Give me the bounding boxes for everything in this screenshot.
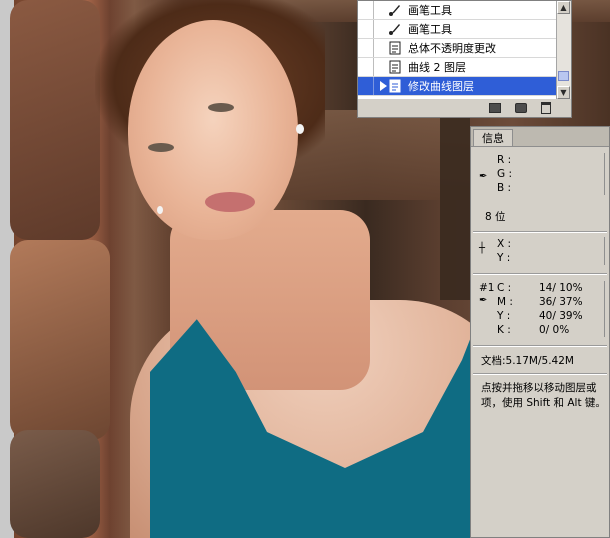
info-column-divider — [604, 153, 605, 195]
info-body: ✒ R : G : B : 8 位 ┼ X : Y : #1 ✒ C : 14/… — [471, 147, 609, 537]
new-document-from-state-icon[interactable] — [489, 103, 501, 113]
eye — [148, 143, 174, 152]
info-panel: 信息 ✒ R : G : B : 8 位 ┼ X : Y : #1 ✒ C : … — [470, 126, 610, 538]
history-state-marker-icon — [380, 81, 387, 91]
scroll-thumb[interactable] — [558, 71, 569, 81]
scroll-down-button[interactable]: ▼ — [557, 86, 570, 99]
info-y-value: 40/ 39% — [539, 310, 583, 322]
document-icon — [388, 60, 402, 74]
history-item[interactable]: 画笔工具 — [358, 1, 557, 20]
history-item-label: 总体不透明度更改 — [408, 42, 496, 55]
history-brush-checkbox[interactable] — [358, 77, 374, 95]
info-separator — [473, 231, 607, 233]
info-column-divider — [604, 281, 605, 337]
info-m-label: M : — [497, 296, 513, 308]
history-item-selected[interactable]: 修改曲线图层 — [358, 77, 557, 96]
eyedropper-icon: ✒ — [479, 295, 488, 306]
info-m-value: 36/ 37% — [539, 296, 583, 308]
info-b-label: B : — [497, 182, 512, 194]
brush-icon — [388, 3, 402, 17]
history-brush-checkbox[interactable] — [358, 1, 374, 19]
stone-wall — [10, 240, 110, 440]
history-brush-checkbox[interactable] — [358, 58, 374, 76]
history-item-label: 修改曲线图层 — [408, 80, 474, 93]
info-c-label: C : — [497, 282, 512, 294]
info-k-label: K : — [497, 324, 511, 336]
history-item-label: 曲线 2 图层 — [408, 61, 466, 74]
sample-id: #1 — [479, 282, 495, 294]
info-r-label: R : — [497, 154, 512, 166]
info-k-value: 0/ 0% — [539, 324, 570, 336]
document-size: 文档:5.17M/5.42M — [481, 355, 574, 367]
info-separator — [473, 273, 607, 275]
history-panel: 画笔工具 画笔工具 总体不透明度更改 曲线 2 图层 修改曲线图层 ▲ ▼ — [357, 0, 572, 118]
document-icon — [388, 79, 402, 93]
crosshair-icon: ┼ — [479, 243, 486, 254]
bit-depth: 8 位 — [485, 210, 506, 223]
tool-hint-line: 项，使用 Shift 和 Alt 键。 — [481, 397, 606, 409]
brush-icon — [388, 22, 402, 36]
document-icon — [388, 41, 402, 55]
new-snapshot-icon[interactable] — [515, 103, 527, 113]
history-item[interactable]: 曲线 2 图层 — [358, 58, 557, 77]
earring — [157, 206, 163, 214]
history-item-label: 画笔工具 — [408, 4, 452, 17]
tab-info-label: 信息 — [482, 132, 504, 145]
info-separator — [473, 345, 607, 347]
history-item-label: 画笔工具 — [408, 23, 452, 36]
info-column-divider — [604, 237, 605, 265]
tab-info[interactable]: 信息 — [473, 129, 513, 146]
info-c-value: 14/ 10% — [539, 282, 583, 294]
info-y-label: Y : — [497, 252, 511, 264]
info-y-label: Y : — [497, 310, 511, 322]
history-brush-checkbox[interactable] — [358, 39, 374, 57]
history-item[interactable]: 总体不透明度更改 — [358, 39, 557, 58]
lips — [205, 192, 255, 212]
history-item[interactable]: 画笔工具 — [358, 20, 557, 39]
trash-icon[interactable] — [541, 102, 551, 114]
info-x-label: X : — [497, 238, 512, 250]
scroll-up-button[interactable]: ▲ — [557, 1, 570, 14]
history-list: 画笔工具 画笔工具 总体不透明度更改 曲线 2 图层 修改曲线图层 — [358, 1, 557, 99]
eye — [208, 103, 234, 112]
stone-wall — [10, 430, 100, 538]
history-footer — [358, 99, 571, 117]
info-tabbar: 信息 — [471, 127, 609, 147]
history-scrollbar[interactable]: ▲ ▼ — [556, 1, 571, 99]
info-separator — [473, 373, 607, 375]
tool-hint-line: 点按并拖移以移动图层或 — [481, 382, 597, 394]
info-g-label: G : — [497, 168, 513, 180]
tool-hint: 点按并拖移以移动图层或 项，使用 Shift 和 Alt 键。 — [481, 381, 607, 411]
stone-wall — [10, 0, 100, 240]
eyedropper-icon: ✒ — [479, 171, 488, 182]
earring — [296, 124, 304, 134]
history-brush-checkbox[interactable] — [358, 20, 374, 38]
